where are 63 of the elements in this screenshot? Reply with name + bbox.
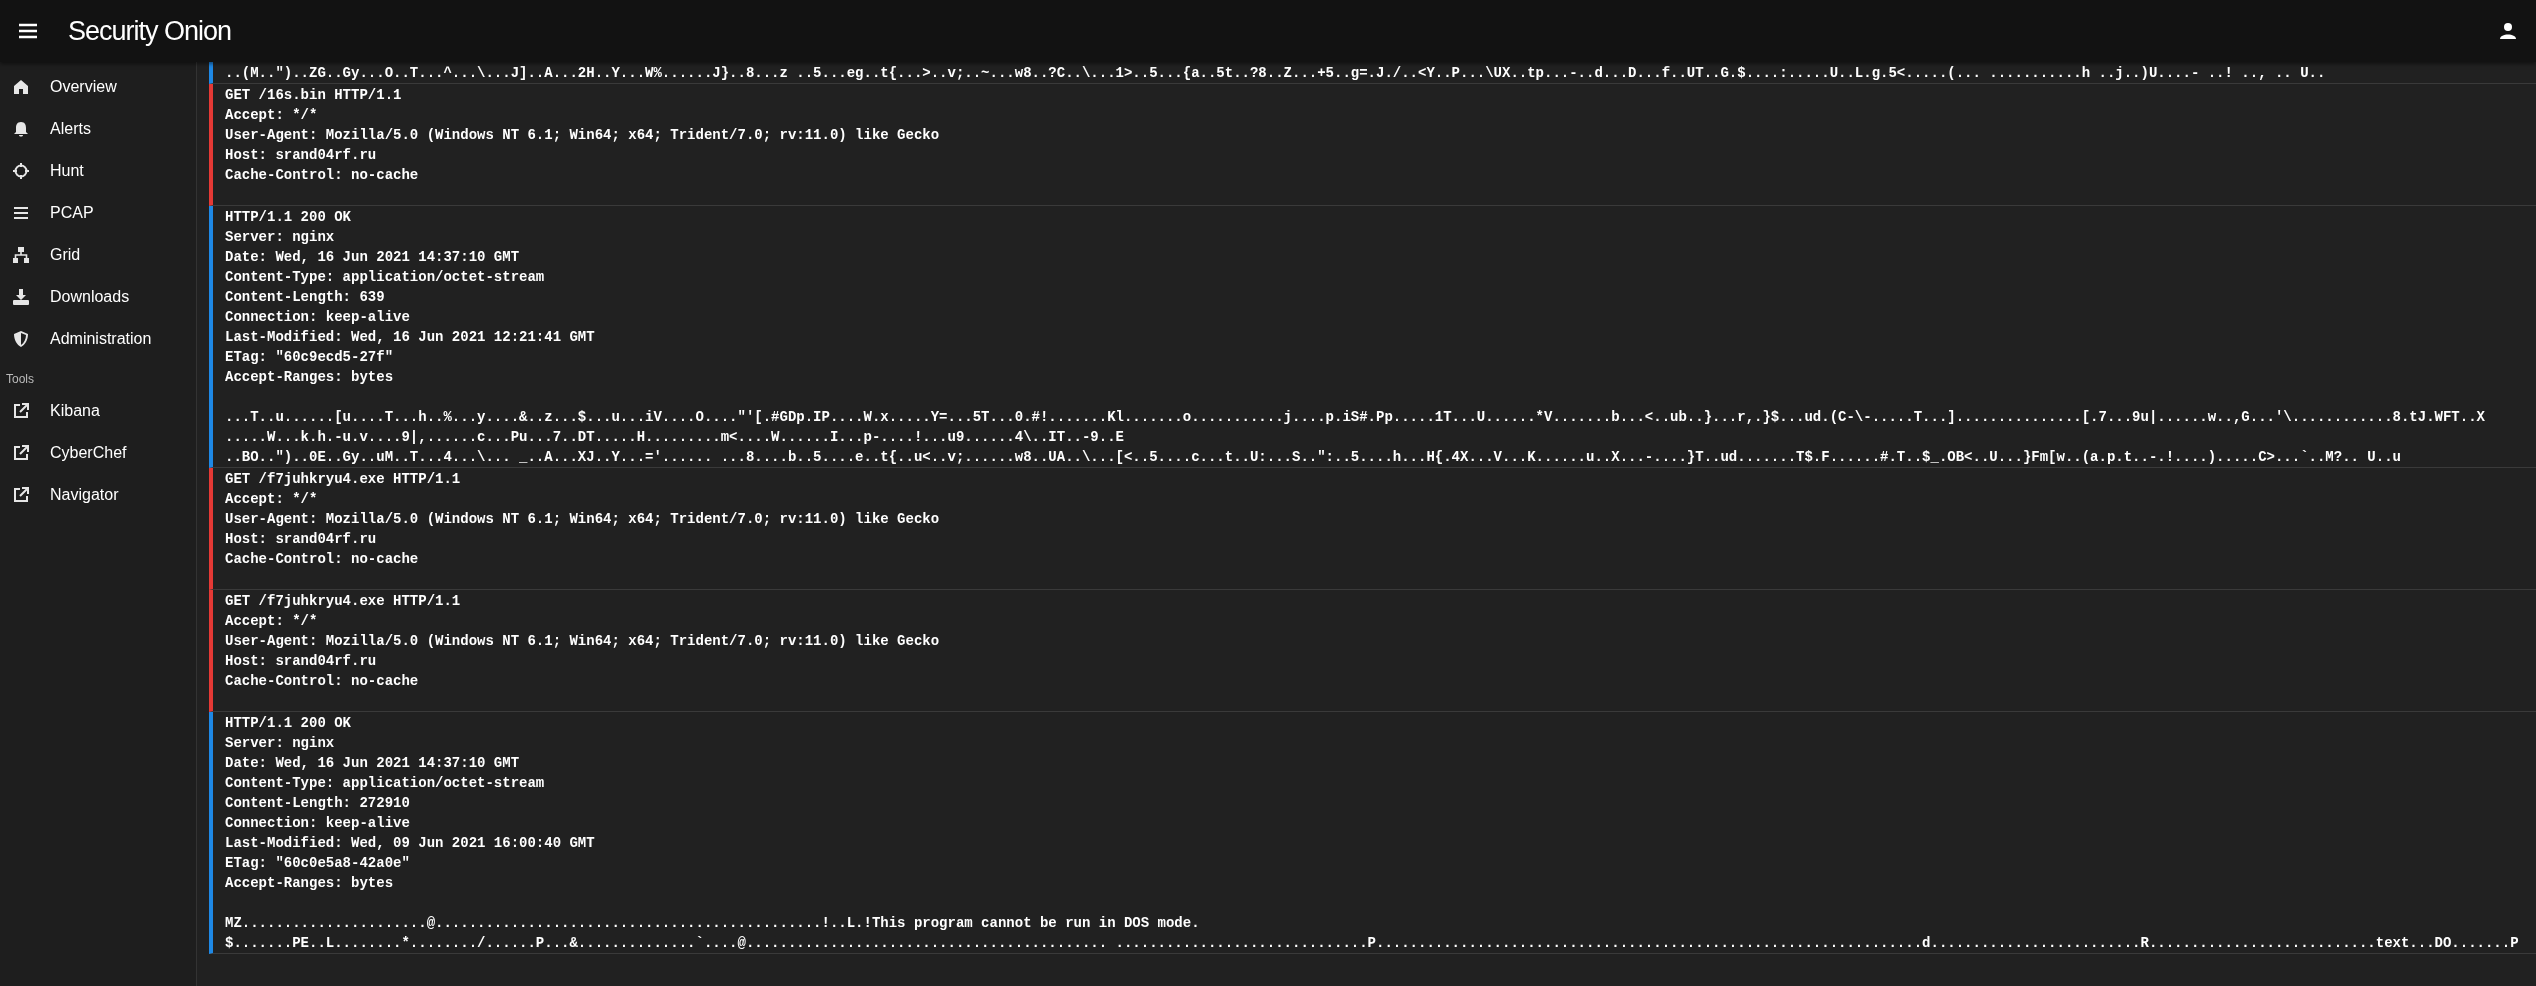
header-line: Cache-Control: no-cache [225,550,420,569]
payload-line: ...T..u......[u....T...h..%...y....&..z...$...u...iV....O...."'[.#GDp.IP....W.x.....Y=...5T...0.#!.......Kl.......o...........j....p.iS#.Pp.....1T...U......*V.......b...<..ub..}...r,.}$...ud.(C-\-.....T...]...............[.7...9u|......w..,G...'\............8.tJ.WFT..X [225,408,2486,427]
header-line: User-Agent: Mozilla/5.0 (Windows NT 6.1; Win64; x64; Trident/7.0; rv:11.0) like Gecko [225,126,941,145]
bell-icon [12,120,30,138]
grid-icon [12,246,30,264]
header-line: Accept: */* [225,490,319,509]
header-line: Date: Wed, 16 Jun 2021 14:37:10 GMT [225,248,521,267]
target-icon [12,162,30,180]
header-line: Content-Type: application/octet-stream [225,774,546,793]
header-line: GET /f7juhkryu4.exe HTTP/1.1 [225,592,462,611]
header-line: ETag: "60c0e5a8-42a0e" [225,854,411,873]
sidebar-item[interactable]: Downloads [0,276,196,318]
sidebar-item[interactable]: Alerts [0,108,196,150]
header-line: Last-Modified: Wed, 16 Jun 2021 12:21:41 GMT [225,328,596,347]
sidebar-item[interactable]: Grid [0,234,196,276]
header-line: User-Agent: Mozilla/5.0 (Windows NT 6.1; Win64; x64; Trident/7.0; rv:11.0) like Gecko [225,632,941,651]
header-line: GET /16s.bin HTTP/1.1 [225,86,403,105]
list-icon [12,204,30,222]
logo[interactable]: Security Onion [68,15,232,47]
header-line: Host: srand04rf.ru [225,530,378,549]
sidebar-item[interactable]: Administration [0,318,196,360]
payload-line: $.......PE..L........*......../......P...&..............`....@........................................... ..............................P.................................................................d.........................R...........................text...DO.......P [225,934,2520,953]
header-line: Last-Modified: Wed, 09 Jun 2021 16:00:40 GMT [225,834,596,853]
download-icon [12,288,30,306]
header-line: HTTP/1.1 200 OK [225,714,353,733]
payload-line: .....W...k.h.-u.v....9|,......c...Pu...7..DT.....H.........m<....W......I...p-....!...u9......4\..IT..-9..E [225,428,1125,447]
header-line: Date: Wed, 16 Jun 2021 14:37:10 GMT [225,754,521,773]
home-icon [12,78,30,96]
header-line: Accept-Ranges: bytes [225,368,395,387]
header-line: Accept: */* [225,612,319,631]
header-line: Content-Length: 639 [225,288,386,307]
sidebar-item[interactable]: Overview [0,66,196,108]
header-line: ETag: "60c9ecd5-27f" [225,348,395,367]
sidebar-link[interactable]: Kibana [0,390,196,432]
header-line: Cache-Control: no-cache [225,166,420,185]
sidebar-link[interactable]: CyberChef [0,432,196,474]
header-line: User-Agent: Mozilla/5.0 (Windows NT 6.1; Win64; x64; Trident/7.0; rv:11.0) like Gecko [225,510,941,529]
payload-line: ..(M..")..ZG..Gy...O..T...^...\...J]..A...2H..Y...W%......J}..8...z ..5...eg..t{...>..v;..~...w8..?C..\...1>..5...{a..5t..?8..Z...+5..g=.J./..<Y..P...\UX..tp...-..d...D...f..UT..G.$....:.....U..L.g.5<.....(... ...........h ..j..)U....- ..! .., .. U.. [225,64,2327,83]
sidebar-item[interactable]: PCAP [0,192,196,234]
menu-icon[interactable] [18,22,38,40]
shield-icon [12,330,30,348]
header-line: Accept: */* [225,106,319,125]
sidebar-link[interactable]: Navigator [0,474,196,516]
header-line: Host: srand04rf.ru [225,146,378,165]
header-line: Server: nginx [225,734,336,753]
header-line: Cache-Control: no-cache [225,672,420,691]
external-link-icon [12,402,30,420]
external-link-icon [12,444,30,462]
header-line: Content-Type: application/octet-stream [225,268,546,287]
header-line: GET /f7juhkryu4.exe HTTP/1.1 [225,470,462,489]
section-heading: Tools [5,371,35,388]
payload-line: ..BO..")..0E..Gy..uM..T...4...\... _..A...XJ..Y...='...... ...8....b..5....e..t{..u<..v;......w8..UA..\...[<..5....c...t..U:...S..":..5....h...H{.4X...V...K......u..X...-....}T..ud.......T$.F......#.T..$_.OB<..U...}Fm[w..(a.p.t..-.!....).....C>...`..M?.. U..u [225,448,2402,467]
header-line: Accept-Ranges: bytes [225,874,395,893]
header-line: Connection: keep-alive [225,814,411,833]
header-line: Connection: keep-alive [225,308,411,327]
sidebar-item[interactable]: Hunt [0,150,196,192]
header-line: Server: nginx [225,228,336,247]
user-icon[interactable] [2498,22,2518,40]
header-line: Content-Length: 272910 [225,794,411,813]
payload-line: MZ......................@..............................................!..L.!This program cannot be run in DOS mode. [225,914,1201,933]
external-link-icon [12,486,30,504]
header-line: Host: srand04rf.ru [225,652,378,671]
header-line: HTTP/1.1 200 OK [225,208,353,227]
